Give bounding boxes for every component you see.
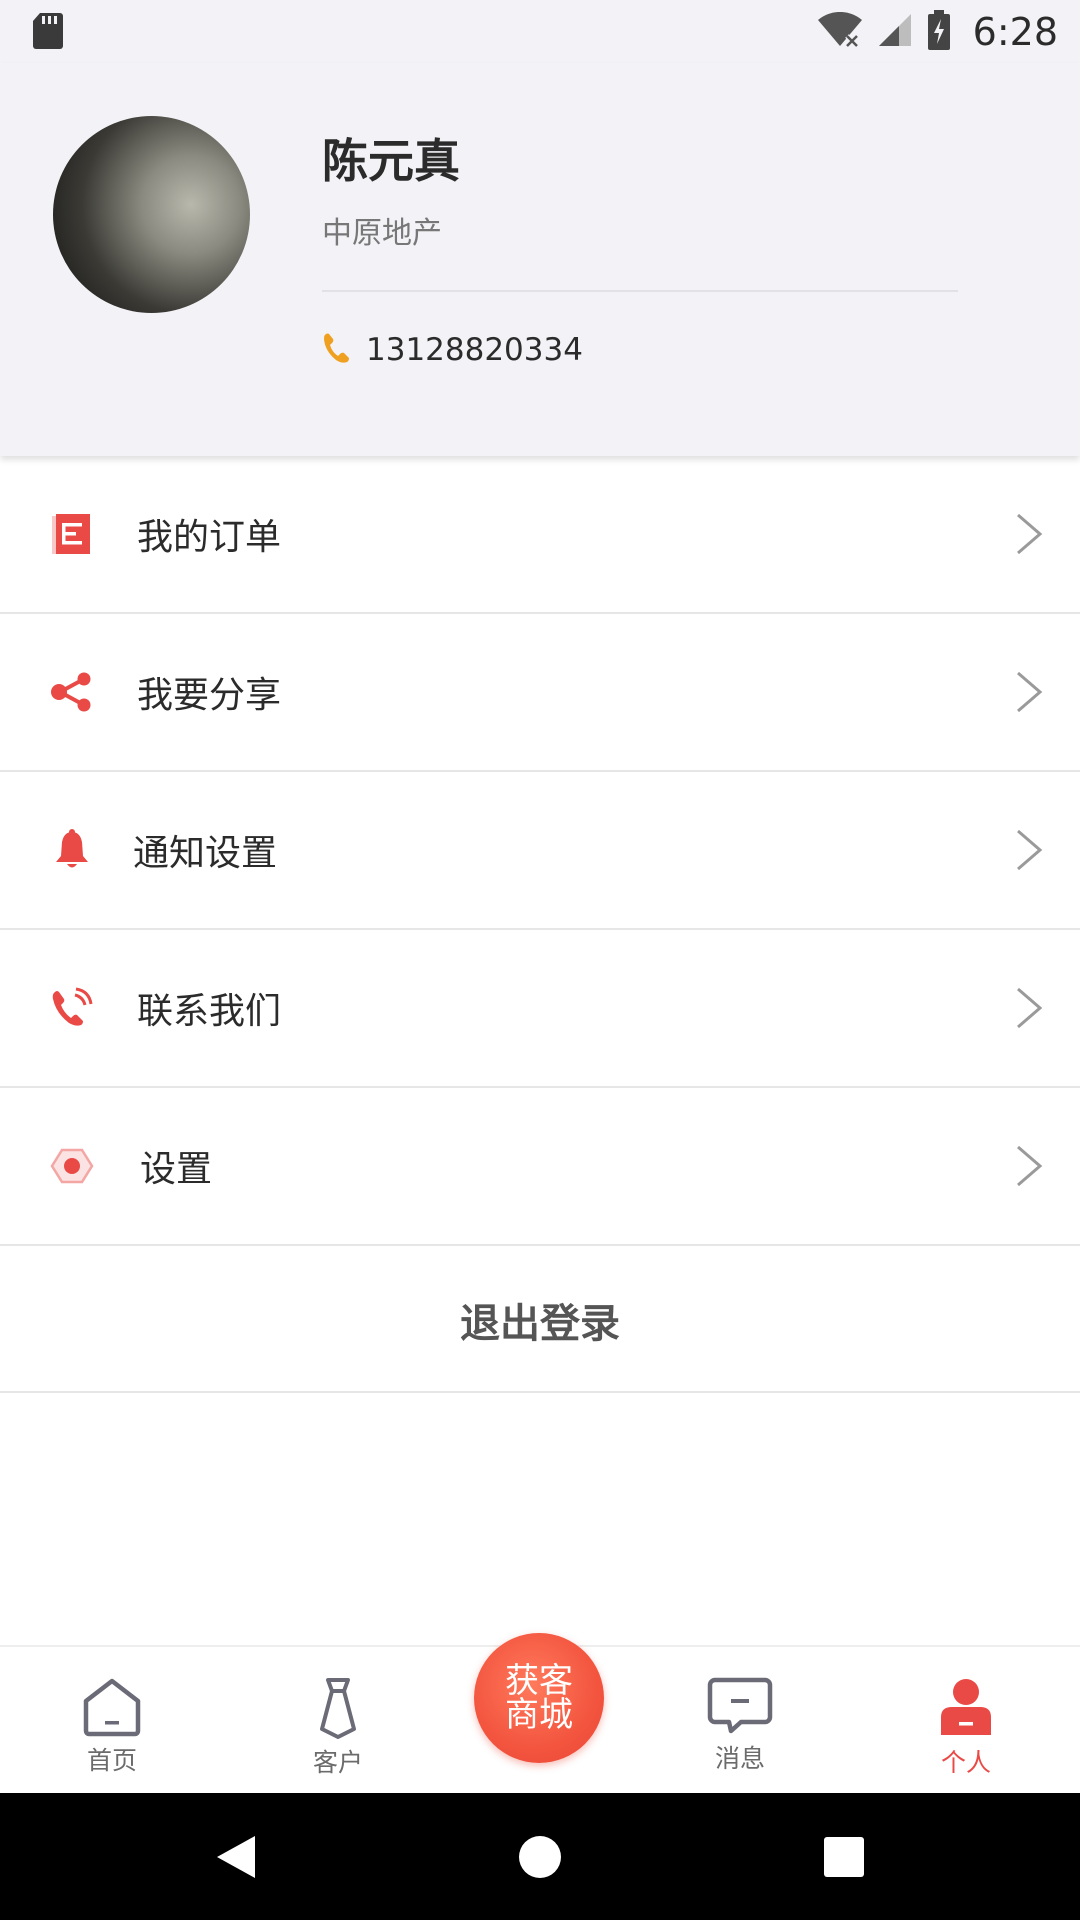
status-time: 6:28 — [972, 9, 1058, 54]
phone-number: 13128820334 — [366, 332, 583, 368]
phone-icon — [322, 331, 352, 369]
nav-item-messages[interactable]: 消息 — [660, 1647, 820, 1795]
nav-label: 个人 — [940, 1748, 991, 1777]
menu-item-contact[interactable]: 联系我们 — [0, 930, 1080, 1088]
phone-row: 13128820334 — [322, 331, 583, 369]
home-circle-icon[interactable] — [518, 1835, 562, 1879]
battery-charging-icon — [927, 9, 951, 54]
nav-item-customers[interactable]: 客户 — [258, 1647, 418, 1795]
sd-card-icon — [32, 11, 64, 53]
menu-item-orders[interactable]: 我的订单 — [0, 456, 1080, 614]
system-nav-bar — [0, 1793, 1080, 1920]
settings-icon — [50, 1144, 94, 1188]
menu-item-label: 设置 — [140, 1149, 213, 1190]
logout-button[interactable]: 退出登录 — [0, 1249, 1080, 1393]
bell-icon — [50, 828, 94, 872]
menu-item-label: 联系我们 — [137, 991, 282, 1032]
phone-call-icon — [50, 986, 94, 1030]
chevron-right-icon — [1017, 671, 1043, 713]
menu-item-label: 我要分享 — [137, 675, 282, 716]
menu-item-label: 通知设置 — [133, 833, 278, 874]
menu-item-settings[interactable]: 设置 — [0, 1088, 1080, 1246]
tie-icon — [320, 1678, 356, 1739]
chevron-right-icon — [1017, 987, 1043, 1029]
nav-label: 首页 — [86, 1746, 137, 1775]
wifi-off-icon — [817, 11, 863, 52]
status-bar: 6:28 — [0, 0, 1080, 63]
profile-header: 陈元真 中原地产 13128820334 — [0, 63, 1080, 456]
back-icon[interactable] — [215, 1834, 257, 1880]
company-name: 中原地产 — [322, 216, 442, 251]
user-name: 陈元真 — [322, 134, 460, 188]
nav-label: 客户 — [312, 1748, 363, 1777]
message-icon — [707, 1677, 773, 1734]
chevron-right-icon — [1017, 829, 1043, 871]
menu-item-share[interactable]: 我要分享 — [0, 614, 1080, 772]
menu-item-notifications[interactable]: 通知设置 — [0, 772, 1080, 930]
share-icon — [50, 670, 94, 714]
signal-icon — [877, 12, 913, 52]
menu-list: 我的订单 我要分享 通知设置 联系我们 设置 — [0, 456, 1080, 1246]
nav-label: 消息 — [714, 1744, 765, 1773]
profile-divider — [322, 290, 958, 292]
avatar[interactable] — [53, 116, 250, 313]
nav-item-profile[interactable]: 个人 — [886, 1647, 1046, 1795]
nav-item-home[interactable]: 首页 — [32, 1647, 192, 1795]
home-icon — [83, 1678, 141, 1737]
mall-button-line2: 商城 — [505, 1695, 573, 1735]
menu-item-label: 我的订单 — [137, 517, 282, 558]
mall-button[interactable]: 获客 商城 — [474, 1633, 604, 1763]
chevron-right-icon — [1017, 513, 1043, 555]
recents-icon[interactable] — [824, 1836, 864, 1877]
mall-button-line1: 获客 — [505, 1661, 573, 1701]
chevron-right-icon — [1017, 1145, 1043, 1187]
person-icon — [941, 1679, 991, 1735]
order-list-icon — [50, 512, 94, 556]
